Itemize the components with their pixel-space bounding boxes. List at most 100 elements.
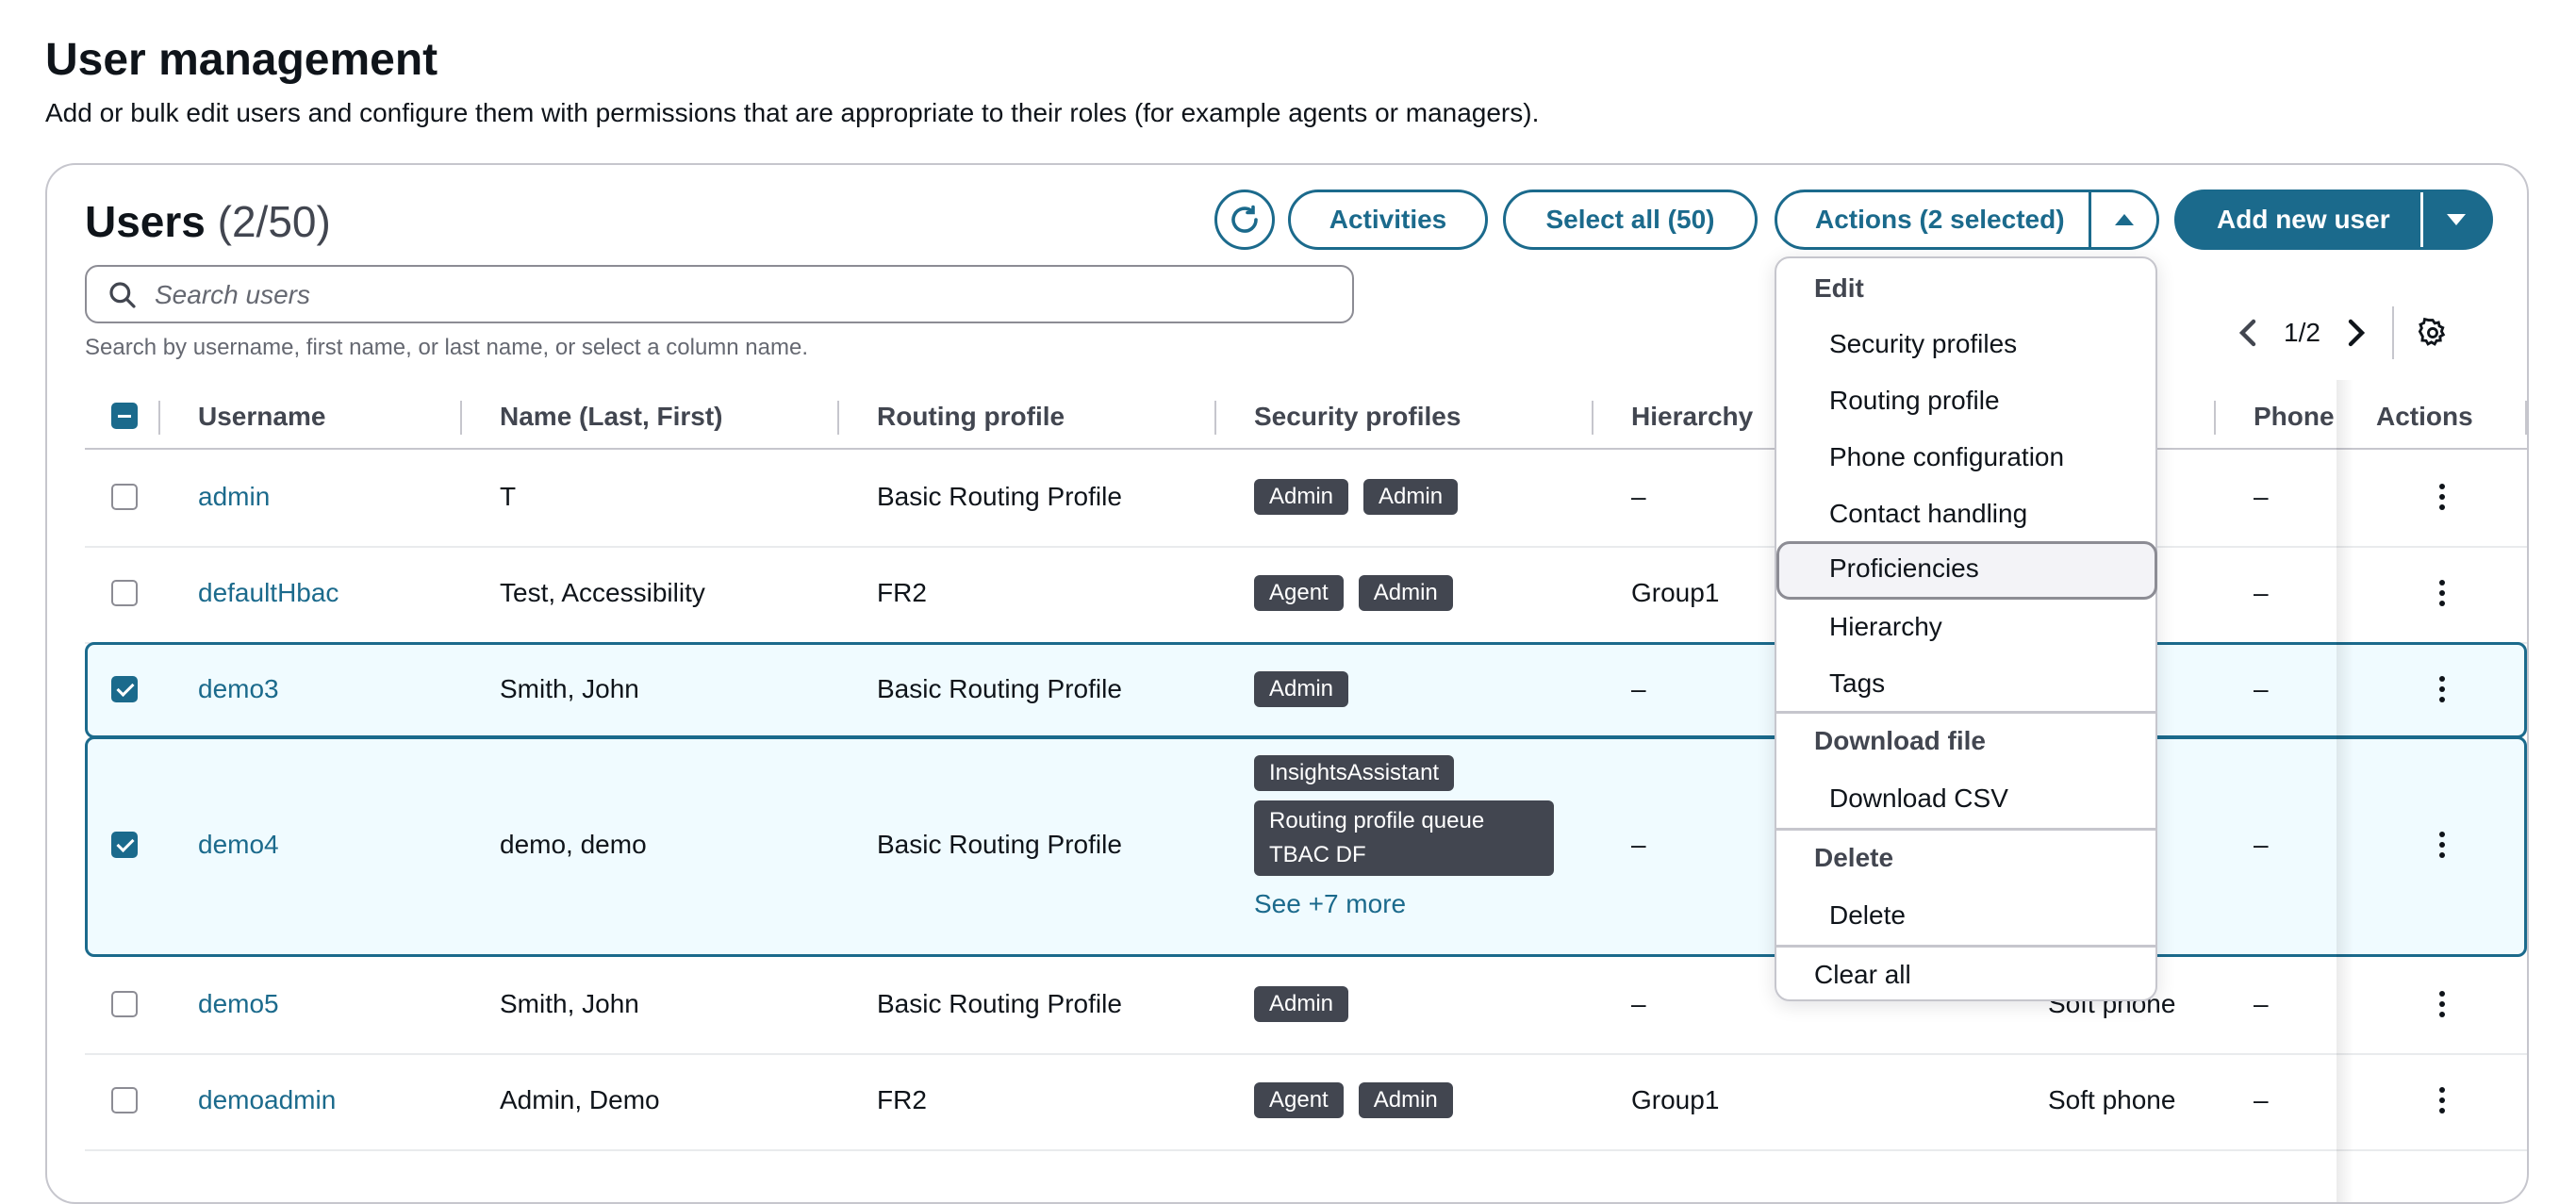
menu-group-download: Download file bbox=[1814, 726, 1986, 755]
menu-divider bbox=[1776, 828, 2155, 831]
see-more-link[interactable]: See +7 more bbox=[1254, 887, 1575, 921]
chevron-left-icon[interactable] bbox=[2235, 318, 2261, 348]
col-divider bbox=[837, 401, 839, 435]
username-link[interactable]: defaultHbac bbox=[198, 576, 339, 610]
select-all-checkbox[interactable] bbox=[111, 403, 138, 429]
select-all-button[interactable]: Select all (50) bbox=[1503, 190, 1758, 250]
menu-item-contact-handling[interactable]: Contact handling bbox=[1776, 487, 2155, 541]
security-profile-badge: Admin bbox=[1254, 479, 1349, 515]
security-profile-badge: Routing profile queue TBAC DF bbox=[1254, 800, 1554, 876]
routing-profile-cell: Basic Routing Profile bbox=[877, 482, 1122, 511]
panel-title: Users (2/50) bbox=[85, 193, 331, 250]
menu-item-proficiencies[interactable]: Proficiencies bbox=[1776, 541, 2157, 600]
col-name[interactable]: Name (Last, First) bbox=[500, 386, 723, 448]
phone-cell: – bbox=[2254, 482, 2269, 511]
menu-item-phone-configuration[interactable]: Phone configuration bbox=[1776, 430, 2155, 485]
menu-item-security-profiles[interactable]: Security profiles bbox=[1776, 317, 2155, 371]
page-description: Add or bulk edit users and configure the… bbox=[45, 98, 1540, 127]
sticky-column-shadow bbox=[2337, 380, 2353, 1202]
table-row-selected[interactable]: demo3 Smith, John Basic Routing Profile … bbox=[85, 642, 2527, 738]
caret-down-icon[interactable] bbox=[2445, 211, 2468, 230]
row-actions-kebab-icon[interactable] bbox=[2423, 478, 2461, 516]
menu-divider bbox=[1776, 945, 2155, 948]
hierarchy-cell: – bbox=[1631, 482, 1646, 511]
panel-title-label: Users bbox=[85, 197, 206, 246]
page-number: 1/2 bbox=[2284, 318, 2320, 347]
routing-profile-cell: FR2 bbox=[877, 578, 927, 607]
routing-profile-cell: Basic Routing Profile bbox=[877, 830, 1122, 859]
refresh-button[interactable] bbox=[1214, 190, 1275, 250]
col-username[interactable]: Username bbox=[198, 386, 325, 448]
table-row[interactable]: defaultHbac Test, Accessibility FR2 Agen… bbox=[85, 546, 2527, 644]
security-profile-badge: Admin bbox=[1363, 479, 1459, 515]
security-profiles-cell: InsightsAssistant Routing profile queue … bbox=[1254, 754, 1575, 921]
name-cell: Smith, John bbox=[500, 989, 639, 1018]
table-row[interactable]: demoadmin Admin, Demo FR2 Agent Admin Gro… bbox=[85, 1053, 2527, 1151]
username-link[interactable]: demo3 bbox=[198, 672, 279, 706]
username-link[interactable]: demoadmin bbox=[198, 1083, 336, 1117]
menu-divider bbox=[1776, 711, 2155, 714]
col-divider bbox=[460, 401, 462, 435]
row-checkbox[interactable] bbox=[111, 991, 138, 1017]
hierarchy-cell: Group1 bbox=[1631, 1085, 1720, 1114]
row-actions-kebab-icon[interactable] bbox=[2423, 574, 2461, 612]
menu-item-download-csv[interactable]: Download CSV bbox=[1776, 771, 2155, 826]
menu-group-edit: Edit bbox=[1814, 273, 1864, 303]
col-divider bbox=[2214, 401, 2216, 435]
chevron-right-icon[interactable] bbox=[2343, 318, 2370, 348]
row-checkbox[interactable] bbox=[111, 580, 138, 606]
hierarchy-cell: – bbox=[1631, 674, 1646, 703]
row-actions-kebab-icon[interactable] bbox=[2423, 985, 2461, 1023]
username-link[interactable]: admin bbox=[198, 480, 270, 514]
routing-profile-cell: Basic Routing Profile bbox=[877, 674, 1122, 703]
table-row[interactable]: demo5 Smith, John Basic Routing Profile … bbox=[85, 957, 2527, 1055]
phone-cell: – bbox=[2254, 830, 2269, 859]
activities-button[interactable]: Activities bbox=[1288, 190, 1488, 250]
menu-group-delete: Delete bbox=[1814, 843, 1894, 872]
table-row-selected[interactable]: demo4 demo, demo Basic Routing Profile I… bbox=[85, 736, 2527, 957]
routing-profile-cell: FR2 bbox=[877, 1085, 927, 1114]
row-checkbox[interactable] bbox=[111, 676, 138, 702]
col-routing-profile[interactable]: Routing profile bbox=[877, 386, 1065, 448]
table-header: Username Name (Last, First) Routing prof… bbox=[85, 386, 2527, 450]
chevron-up-icon[interactable] bbox=[2113, 209, 2136, 228]
username-link[interactable]: demo5 bbox=[198, 987, 279, 1021]
menu-item-hierarchy[interactable]: Hierarchy bbox=[1776, 600, 2155, 654]
search-field[interactable] bbox=[85, 265, 1354, 323]
security-profile-badge: InsightsAssistant bbox=[1254, 755, 1455, 791]
user-count: (2/50) bbox=[217, 197, 331, 246]
search-input[interactable] bbox=[153, 274, 1335, 316]
row-actions-kebab-icon[interactable] bbox=[2423, 1081, 2461, 1119]
security-profiles-cell: Admin bbox=[1254, 985, 1363, 1022]
add-new-user-button[interactable]: Add new user bbox=[2174, 190, 2493, 250]
row-checkbox[interactable] bbox=[111, 484, 138, 510]
menu-item-routing-profile[interactable]: Routing profile bbox=[1776, 373, 2155, 428]
col-hierarchy[interactable]: Hierarchy bbox=[1631, 386, 1753, 448]
gear-icon[interactable] bbox=[2417, 317, 2449, 349]
menu-item-clear-all[interactable]: Clear all bbox=[1814, 958, 1911, 992]
col-divider bbox=[1592, 401, 1593, 435]
col-phone[interactable]: Phone bbox=[2254, 386, 2335, 448]
username-link[interactable]: demo4 bbox=[198, 828, 279, 862]
security-profile-badge: Admin bbox=[1358, 1082, 1453, 1118]
name-cell: Admin, Demo bbox=[500, 1085, 660, 1114]
menu-item-tags[interactable]: Tags bbox=[1776, 656, 2155, 711]
menu-item-delete[interactable]: Delete bbox=[1776, 888, 2155, 943]
row-checkbox[interactable] bbox=[111, 832, 138, 858]
security-profile-badge: Agent bbox=[1254, 1082, 1344, 1118]
actions-split-divider bbox=[2089, 192, 2091, 247]
security-profiles-cell: Admin Admin bbox=[1254, 478, 1473, 515]
name-cell: Smith, John bbox=[500, 674, 639, 703]
add-new-user-label: Add new user bbox=[2217, 205, 2390, 234]
row-checkbox[interactable] bbox=[111, 1087, 138, 1113]
row-actions-kebab-icon[interactable] bbox=[2423, 826, 2461, 864]
row-actions-kebab-icon[interactable] bbox=[2423, 670, 2461, 708]
security-profile-badge: Admin bbox=[1358, 575, 1453, 611]
phone-cell: – bbox=[2254, 578, 2269, 607]
table-row[interactable]: admin T Basic Routing Profile Admin Admin… bbox=[85, 450, 2527, 548]
actions-button[interactable]: Actions (2 selected) bbox=[1775, 190, 2159, 250]
search-icon bbox=[109, 282, 136, 308]
phone-cell: – bbox=[2254, 674, 2269, 703]
security-profiles-cell: Agent Admin bbox=[1254, 1081, 1468, 1118]
col-security-profiles[interactable]: Security profiles bbox=[1254, 386, 1461, 448]
